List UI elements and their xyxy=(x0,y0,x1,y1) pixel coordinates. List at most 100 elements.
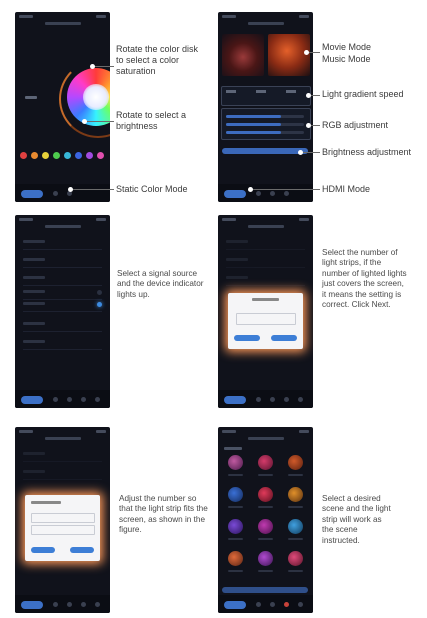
color-swatch[interactable] xyxy=(42,152,49,159)
color-swatch[interactable] xyxy=(31,152,38,159)
nav-dot[interactable] xyxy=(298,602,303,607)
scene-label xyxy=(258,570,273,572)
nav-dot[interactable] xyxy=(270,602,275,607)
nav-active-tab[interactable] xyxy=(224,601,246,609)
setting-row[interactable] xyxy=(226,237,305,250)
nav-dot[interactable] xyxy=(81,397,86,402)
instruction-adjust-number: Adjust the number so that the light stri… xyxy=(119,494,208,535)
scene-thumbnail[interactable] xyxy=(288,551,303,566)
callout-color-disk: Rotate the color disk to select a color … xyxy=(116,44,199,76)
color-swatch[interactable] xyxy=(97,152,104,159)
rgb-adjustment-box[interactable] xyxy=(221,108,311,140)
scene-label xyxy=(228,538,243,540)
nav-dot[interactable] xyxy=(270,191,275,196)
callout-brightness-adjustment: Brightness adjustment xyxy=(322,147,412,157)
nav-dot[interactable] xyxy=(53,191,58,196)
back-button[interactable] xyxy=(31,547,55,553)
scene-label xyxy=(258,474,273,476)
scene-label xyxy=(288,538,303,540)
scene-thumbnail[interactable] xyxy=(288,455,303,470)
scene-thumbnail[interactable] xyxy=(228,455,243,470)
next-button[interactable] xyxy=(271,335,297,341)
scene-thumbnail[interactable] xyxy=(258,519,273,534)
setting-row[interactable] xyxy=(23,337,102,350)
callout-line xyxy=(304,50,320,55)
nav-active-tab[interactable] xyxy=(21,601,43,609)
number-stepper[interactable] xyxy=(31,513,95,523)
scene-thumbnail[interactable] xyxy=(228,487,243,502)
nav-active-tab[interactable] xyxy=(224,396,246,404)
setting-row[interactable] xyxy=(23,255,102,268)
nav-dot[interactable] xyxy=(256,191,261,196)
rgb-slider[interactable] xyxy=(226,123,304,126)
number-stepper[interactable] xyxy=(31,525,95,535)
rgb-slider[interactable] xyxy=(226,115,304,118)
signal-source-row-selected[interactable] xyxy=(23,299,102,312)
nav-dot[interactable] xyxy=(53,602,58,607)
nav-dot[interactable] xyxy=(67,602,72,607)
nav-dot[interactable] xyxy=(284,397,289,402)
strip-count-stepper[interactable] xyxy=(236,313,296,325)
nav-dot[interactable] xyxy=(256,602,261,607)
setting-row[interactable] xyxy=(226,255,305,268)
phone-screenshot-light-strip-count xyxy=(218,215,313,408)
bottom-nav xyxy=(15,390,110,408)
setting-row[interactable] xyxy=(23,319,102,332)
color-swatch[interactable] xyxy=(20,152,27,159)
scene-thumbnail[interactable] xyxy=(288,519,303,534)
gradient-speed-box[interactable] xyxy=(221,86,311,106)
scene-thumbnail[interactable] xyxy=(258,551,273,566)
adjust-number-dialog xyxy=(25,495,100,561)
phone-screenshot-signal-source xyxy=(15,215,110,408)
confirm-button[interactable] xyxy=(70,547,94,553)
nav-dot[interactable] xyxy=(53,397,58,402)
setting-row[interactable] xyxy=(23,467,102,480)
color-swatch[interactable] xyxy=(75,152,82,159)
nav-dot[interactable] xyxy=(95,397,100,402)
callout-line xyxy=(82,119,114,124)
callout-line xyxy=(90,64,114,69)
brightness-slider[interactable] xyxy=(222,148,308,154)
scene-thumbnail[interactable] xyxy=(288,487,303,502)
status-bar xyxy=(222,15,309,20)
nav-dot[interactable] xyxy=(284,191,289,196)
scene-thumbnail[interactable] xyxy=(228,519,243,534)
static-color-mode-tab[interactable] xyxy=(21,190,43,198)
phone-screenshot-hdmi-mode xyxy=(218,12,313,202)
nav-dot[interactable] xyxy=(95,602,100,607)
scene-label xyxy=(258,538,273,540)
nav-dot[interactable] xyxy=(284,602,289,607)
scene-apply-bar[interactable] xyxy=(222,587,308,593)
scene-label xyxy=(288,474,303,476)
color-swatch[interactable] xyxy=(64,152,71,159)
nav-dot[interactable] xyxy=(67,397,72,402)
scenes-section-label xyxy=(224,447,242,450)
nav-active-tab[interactable] xyxy=(21,396,43,404)
setting-row[interactable] xyxy=(23,237,102,250)
setting-row[interactable] xyxy=(226,273,305,286)
nav-dot[interactable] xyxy=(256,397,261,402)
device-indicator-light xyxy=(97,302,102,307)
callout-rgb-adjustment: RGB adjustment xyxy=(322,120,389,130)
scene-thumbnail[interactable] xyxy=(228,551,243,566)
music-mode-tile[interactable] xyxy=(268,34,310,76)
nav-dot[interactable] xyxy=(270,397,275,402)
color-swatch[interactable] xyxy=(86,152,93,159)
scene-label xyxy=(228,474,243,476)
setting-row[interactable] xyxy=(23,273,102,286)
movie-mode-tile[interactable] xyxy=(222,34,264,76)
nav-dot[interactable] xyxy=(298,397,303,402)
color-swatch[interactable] xyxy=(53,152,60,159)
callout-brightness: Rotate to select a brightness xyxy=(116,110,187,131)
rgb-slider[interactable] xyxy=(226,131,304,134)
setting-row[interactable] xyxy=(23,449,102,462)
bottom-nav xyxy=(15,595,110,613)
scene-label xyxy=(228,570,243,572)
app-header xyxy=(248,22,284,25)
nav-dot[interactable] xyxy=(81,602,86,607)
hdmi-mode-tab[interactable] xyxy=(224,190,246,198)
scene-thumbnail[interactable] xyxy=(258,455,273,470)
callout-line xyxy=(306,123,320,128)
scene-thumbnail[interactable] xyxy=(258,487,273,502)
cancel-button[interactable] xyxy=(234,335,260,341)
